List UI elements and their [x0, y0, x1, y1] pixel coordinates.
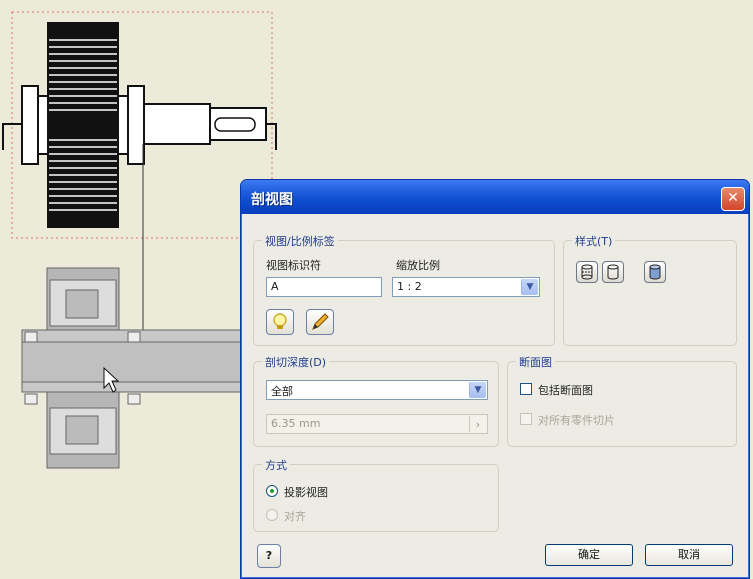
chevron-right-icon: ›: [469, 416, 486, 432]
style-hidden-lines-removed-button[interactable]: [602, 261, 624, 283]
method-group: 方式 投影视图 对齐: [253, 457, 499, 532]
scale-label: 缩放比例: [396, 259, 440, 272]
help-button[interactable]: ?: [257, 544, 281, 568]
dialog-titlebar[interactable]: 剖视图 ✕: [241, 180, 749, 214]
view-scale-label-group: 视图/比例标签 视图标识符 缩放比例 A 1 : 2 ▼: [253, 233, 555, 346]
aligned-label: 对齐: [284, 510, 306, 523]
projected-view-label[interactable]: 投影视图: [284, 484, 328, 500]
view-identifier-input[interactable]: A: [266, 277, 382, 297]
cut-depth-group: 剖切深度(D) 全部 ▼ 6.35 mm ›: [253, 354, 499, 447]
cut-depth-legend: 剖切深度(D): [262, 354, 330, 370]
style-legend: 样式(T): [572, 233, 616, 249]
close-button[interactable]: ✕: [721, 187, 745, 211]
help-icon: ?: [265, 549, 273, 562]
section-view-dialog[interactable]: 剖视图 ✕ 视图/比例标签 视图标识符 缩放比例 A 1 : 2 ▼ 样式(T)…: [240, 179, 750, 579]
style-hidden-lines-button[interactable]: [576, 261, 598, 283]
projected-view-radio[interactable]: [266, 485, 278, 497]
cut-depth-mode-value: 全部: [271, 385, 293, 398]
ok-button[interactable]: 确定: [545, 544, 633, 566]
section-view-preview[interactable]: [21, 267, 253, 469]
view-identifier-label: 视图标识符: [266, 259, 321, 272]
slice-legend: 断面图: [516, 354, 555, 370]
method-legend: 方式: [262, 457, 290, 473]
style-shaded-button[interactable]: [644, 261, 666, 283]
view-scale-legend: 视图/比例标签: [262, 233, 338, 249]
edit-view-label-button[interactable]: [306, 309, 334, 335]
slice-all-parts-checkbox: [520, 413, 532, 425]
include-slice-label[interactable]: 包括断面图: [538, 382, 593, 398]
slice-all-parts-label: 对所有零件切片: [538, 414, 615, 427]
chevron-down-icon[interactable]: ▼: [469, 382, 486, 398]
include-slice-checkbox[interactable]: [520, 383, 532, 395]
cut-depth-mode-combo[interactable]: 全部 ▼: [266, 380, 488, 400]
style-hidden-lines-removed-icon: [607, 264, 619, 280]
style-shaded-icon: [649, 264, 661, 280]
style-hidden-lines-icon: [581, 264, 593, 280]
cut-depth-distance-input: 6.35 mm ›: [266, 414, 488, 434]
close-icon: ✕: [727, 190, 739, 206]
lightbulb-icon: [273, 313, 287, 329]
style-group: 样式(T): [563, 233, 737, 346]
dialog-title: 剖视图: [251, 192, 293, 208]
scale-value: 1 : 2: [397, 280, 422, 293]
scale-combo[interactable]: 1 : 2 ▼: [392, 277, 540, 297]
slice-group: 断面图 包括断面图 对所有零件切片: [507, 354, 737, 447]
aligned-radio: [266, 509, 278, 521]
cut-depth-distance-value: 6.35 mm: [271, 417, 321, 430]
base-view-gear-shaft[interactable]: [2, 22, 277, 370]
toggle-label-visibility-button[interactable]: [266, 309, 294, 335]
pencil-icon: [312, 313, 329, 330]
chevron-down-icon[interactable]: ▼: [521, 279, 538, 295]
cancel-button[interactable]: 取消: [645, 544, 733, 566]
